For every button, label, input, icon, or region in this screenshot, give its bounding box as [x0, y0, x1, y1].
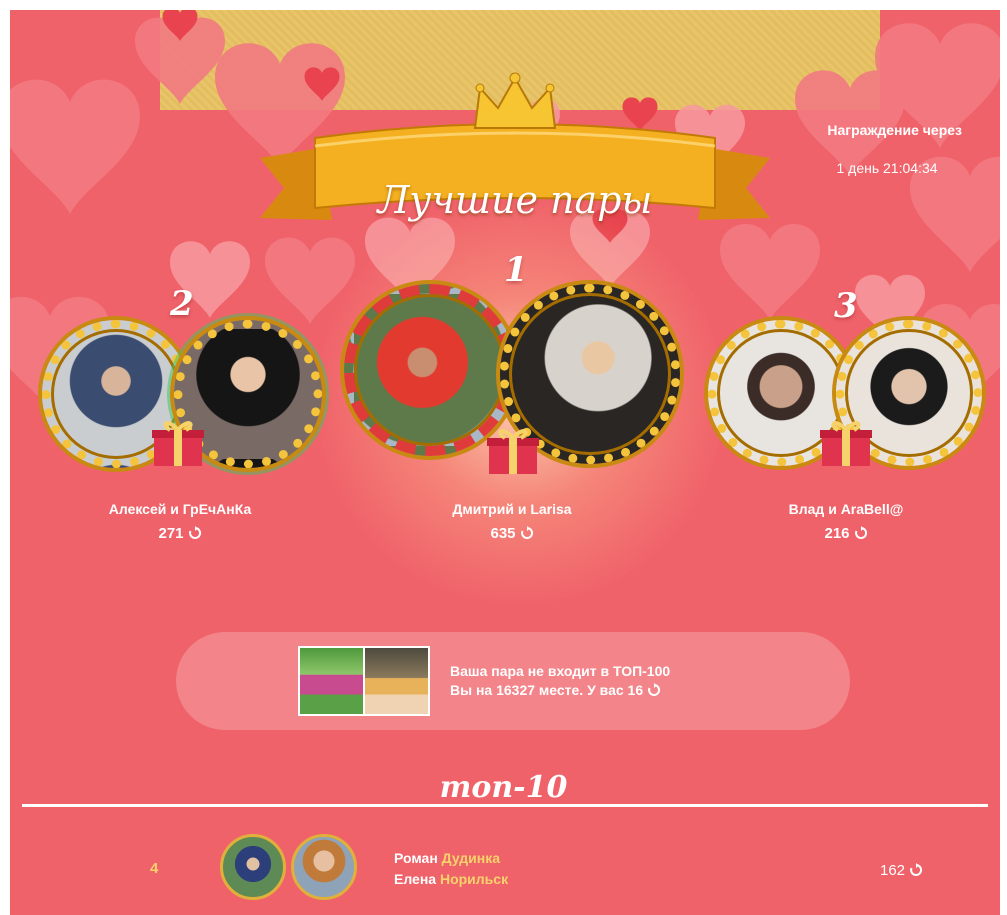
podium-1-score: 635 — [382, 525, 642, 542]
your-pair-line-1: Ваша пара не входит в ТОП-100 — [450, 663, 671, 679]
best-couples-page: Лучшие пары Награждение через 1 день 21:… — [10, 10, 1000, 915]
row-name-1[interactable]: Роман — [394, 850, 438, 866]
page-title: Лучшие пары — [377, 178, 653, 222]
refresh-icon — [648, 683, 661, 696]
podium-2-score: 271 — [50, 525, 310, 542]
podium-2-score-value: 271 — [158, 525, 184, 542]
your-pair-photos[interactable] — [298, 646, 430, 716]
refresh-icon — [910, 863, 923, 876]
row-person-1[interactable]: Роман Дудинка — [394, 848, 508, 869]
podium-3-score-value: 216 — [824, 525, 850, 542]
podium-2-names[interactable]: Алексей и ГрЕчАнКа — [50, 501, 310, 517]
rank-number-3: 3 — [834, 286, 858, 326]
row-name-2[interactable]: Елена — [394, 871, 436, 887]
top10-divider — [22, 804, 988, 807]
podium-1-score-value: 635 — [490, 525, 516, 542]
your-pair-panel: Ваша пара не входит в ТОП-100 Вы на 1632… — [176, 632, 850, 730]
podium-3-score: 216 — [716, 525, 976, 542]
row-avatar-1[interactable] — [220, 834, 286, 900]
gift-icon[interactable] — [150, 418, 206, 466]
title-banner: Лучшие пары — [260, 70, 770, 230]
your-pair-status: Ваша пара не входит в ТОП-100 Вы на 1632… — [450, 662, 670, 700]
row-names: Роман Дудинка Елена Норильск — [394, 848, 508, 890]
rank-number-1: 1 — [504, 250, 528, 290]
gift-icon[interactable] — [818, 418, 874, 466]
row-score-value: 162 — [880, 862, 906, 879]
top10-heading: топ-10 — [439, 770, 568, 805]
your-photo-1[interactable] — [300, 648, 363, 714]
crown-icon — [473, 72, 557, 129]
gift-icon[interactable] — [485, 426, 541, 474]
award-label: Награждение через — [827, 122, 962, 138]
row-city-1: Дудинка — [441, 850, 500, 866]
your-pair-line-2: Вы на 16327 месте. У вас 16 — [450, 681, 670, 700]
row-rank: 4 — [150, 860, 159, 877]
row-person-2[interactable]: Елена Норильск — [394, 869, 508, 890]
row-avatar-2[interactable] — [291, 834, 357, 900]
podium-1-names[interactable]: Дмитрий и Larisa — [382, 501, 642, 517]
podium-3-names[interactable]: Влад и AraBell@ — [716, 501, 976, 517]
rank-number-2: 2 — [170, 284, 194, 324]
refresh-icon — [854, 526, 867, 539]
award-timer: 1 день 21:04:34 — [836, 160, 938, 176]
award-countdown: Награждение через 1 день 21:04:34 — [772, 122, 962, 176]
your-photo-2[interactable] — [365, 648, 428, 714]
refresh-icon — [520, 526, 533, 539]
your-pair-line-2-text: Вы на 16327 месте. У вас 16 — [450, 682, 644, 698]
row-score: 162 — [880, 862, 923, 879]
refresh-icon — [188, 526, 201, 539]
table-row[interactable]: 4 Роман Дудинка Елена Норильск 162 — [10, 830, 1000, 900]
row-city-2: Норильск — [439, 871, 509, 887]
